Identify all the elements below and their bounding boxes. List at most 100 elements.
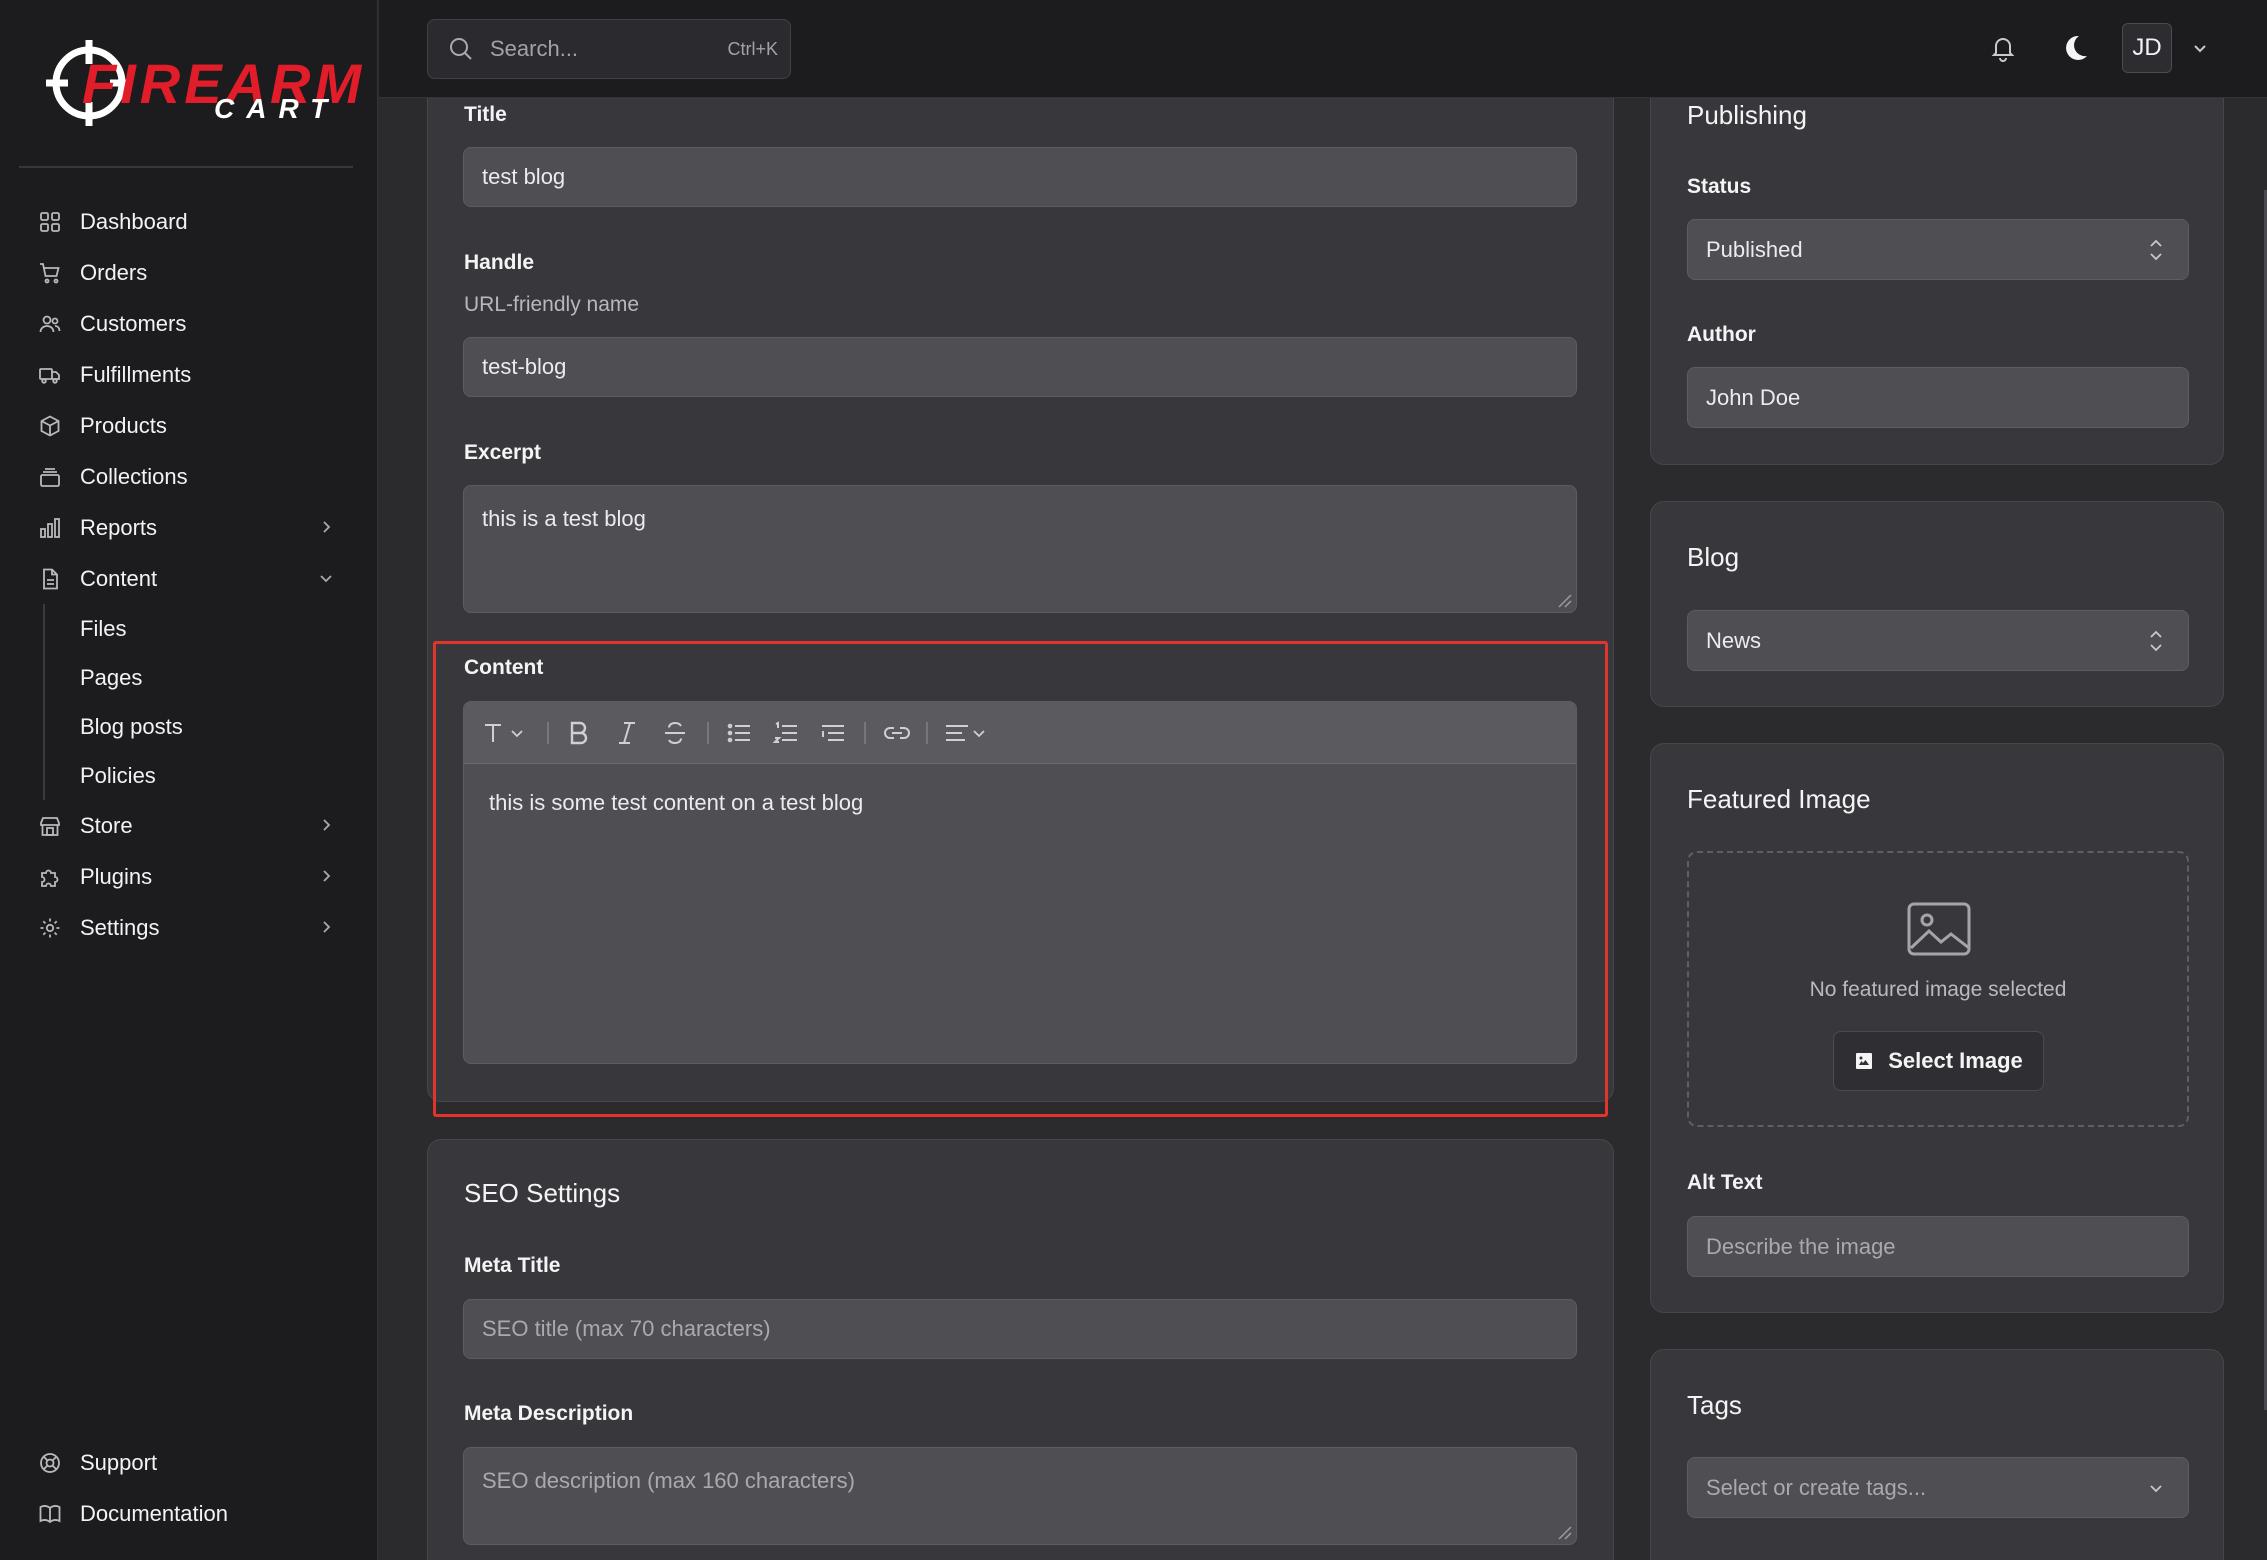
sidebar-item-label: Documentation	[80, 1500, 228, 1526]
tags-title: Tags	[1687, 1390, 1742, 1420]
moon-icon[interactable]	[2059, 32, 2091, 64]
sidebar-item-store[interactable]: Store	[0, 800, 378, 851]
author-label: Author	[1687, 323, 1756, 346]
sidebar-subitem-policies[interactable]: Policies	[45, 751, 378, 800]
featured-image-title: Featured Image	[1687, 784, 1871, 814]
meta-title-label: Meta Title	[464, 1254, 561, 1277]
sidebar-item-orders[interactable]: Orders	[0, 247, 378, 298]
excerpt-value: this is a test blog	[482, 506, 646, 531]
sidebar-item-label: Store	[80, 812, 133, 838]
select-image-label: Select Image	[1888, 1048, 2023, 1073]
file-icon	[43, 568, 58, 589]
grid-icon	[40, 211, 60, 232]
sidebar-divider	[19, 166, 353, 168]
search-input[interactable]: Search...	[490, 36, 727, 62]
bell-icon[interactable]	[1987, 32, 2019, 64]
publishing-title: Publishing	[1687, 100, 1807, 130]
select-image-button[interactable]: Select Image	[1833, 1031, 2044, 1091]
resize-handle-icon[interactable]	[1554, 1522, 1572, 1540]
chevron-right-icon	[323, 819, 331, 831]
topbar: Search... Ctrl+K JD	[379, 0, 2267, 98]
brand-logo[interactable]: FIREARM CART	[42, 36, 361, 130]
sidebar-item-customers[interactable]: Customers	[0, 298, 378, 349]
chevron-down-icon[interactable]	[2192, 40, 2208, 56]
sidebar-item-label: Fulfillments	[80, 361, 192, 387]
chevron-down-icon	[2150, 1484, 2162, 1492]
seo-title: SEO Settings	[464, 1178, 621, 1208]
main-nav: Dashboard Orders Customers Fulfillments …	[0, 196, 378, 953]
sidebar-item-reports[interactable]: Reports	[0, 502, 378, 553]
sidebar-item-fulfillments[interactable]: Fulfillments	[0, 349, 378, 400]
blog-title: Blog	[1687, 542, 1740, 572]
sidebar-item-label: Support	[80, 1449, 158, 1475]
image-dropzone[interactable]: No featured image selected Select Image	[1687, 851, 2189, 1127]
sidebar-subitem-pages[interactable]: Pages	[45, 653, 378, 702]
blog-card	[1650, 501, 2224, 707]
image-icon	[1856, 1053, 1873, 1069]
bar-chart-icon	[40, 517, 60, 538]
meta-title-input[interactable]: SEO title (max 70 characters)	[463, 1299, 1577, 1359]
sidebar-item-label: Collections	[80, 463, 188, 489]
author-input[interactable]: John Doe	[1687, 367, 2189, 428]
search-icon	[450, 38, 472, 60]
sidebar-bottom: Support Documentation	[0, 1437, 378, 1539]
handle-input[interactable]: test-blog	[463, 337, 1577, 397]
handle-hint: URL-friendly name	[464, 293, 640, 316]
blog-select[interactable]: News	[1687, 610, 2189, 671]
chevron-right-icon	[323, 921, 331, 933]
status-select[interactable]: Published	[1687, 219, 2189, 280]
sidebar-item-products[interactable]: Products	[0, 400, 378, 451]
box-icon	[40, 414, 60, 437]
sidebar-item-support[interactable]: Support	[0, 1437, 378, 1488]
tags-select[interactable]: Select or create tags...	[1687, 1457, 2189, 1518]
sidebar-item-label: Content	[80, 565, 158, 591]
puzzle-icon	[41, 869, 59, 887]
handle-label: Handle	[464, 251, 535, 274]
alt-text-input[interactable]: Describe the image	[1687, 1216, 2189, 1277]
sidebar-item-label: Reports	[80, 514, 158, 540]
search-box[interactable]: Search... Ctrl+K	[427, 19, 791, 79]
sidebar-item-label: Customers	[80, 310, 187, 336]
chevron-down-icon	[320, 575, 332, 583]
sidebar-item-label: Orders	[80, 259, 148, 285]
sidebar-item-collections[interactable]: Collections	[0, 451, 378, 502]
book-icon	[39, 1504, 61, 1523]
meta-description-placeholder: SEO description (max 160 characters)	[482, 1468, 855, 1493]
title-label: Title	[464, 103, 507, 126]
excerpt-textarea[interactable]: this is a test blog	[463, 485, 1577, 613]
sidebar-subitem-blog-posts[interactable]: Blog posts	[45, 702, 378, 751]
sidebar-item-documentation[interactable]: Documentation	[0, 1488, 378, 1539]
title-input[interactable]: test blog	[463, 147, 1577, 207]
tags-card	[1650, 1349, 2224, 1560]
layers-icon	[40, 467, 60, 487]
status-label: Status	[1687, 175, 1752, 198]
cart-icon	[40, 262, 60, 283]
sidebar: FIREARM CART Dashboard Orders Customers …	[0, 0, 378, 1560]
sidebar-item-content[interactable]: Content	[0, 553, 378, 604]
users-icon	[39, 315, 61, 332]
truck-icon	[39, 367, 60, 384]
content-subnav: Files Pages Blog posts Policies	[43, 604, 378, 800]
select-arrows-icon	[2150, 239, 2162, 260]
meta-description-textarea[interactable]: SEO description (max 160 characters)	[463, 1447, 1577, 1545]
sidebar-item-dashboard[interactable]: Dashboard	[0, 196, 378, 247]
sidebar-item-label: Plugins	[80, 863, 153, 889]
status-value: Published	[1706, 236, 1803, 262]
meta-description-label: Meta Description	[464, 1402, 634, 1425]
content-highlight-frame	[433, 641, 1608, 1117]
no-image-text: No featured image selected	[1809, 978, 2067, 1001]
store-icon	[40, 816, 60, 836]
chevron-right-icon	[323, 521, 331, 533]
resize-handle-icon[interactable]	[1554, 590, 1572, 608]
avatar[interactable]: JD	[2122, 23, 2172, 73]
select-arrows-icon	[2150, 630, 2162, 651]
search-shortcut: Ctrl+K	[727, 38, 778, 59]
sidebar-item-plugins[interactable]: Plugins	[0, 851, 378, 902]
image-placeholder-icon	[1907, 902, 1971, 956]
chevron-right-icon	[323, 870, 331, 882]
tags-placeholder: Select or create tags...	[1706, 1474, 1927, 1500]
alt-text-label: Alt Text	[1687, 1171, 1763, 1194]
sidebar-item-settings[interactable]: Settings	[0, 902, 378, 953]
sidebar-subitem-files[interactable]: Files	[45, 604, 378, 653]
lifebuoy-icon	[40, 1452, 60, 1473]
